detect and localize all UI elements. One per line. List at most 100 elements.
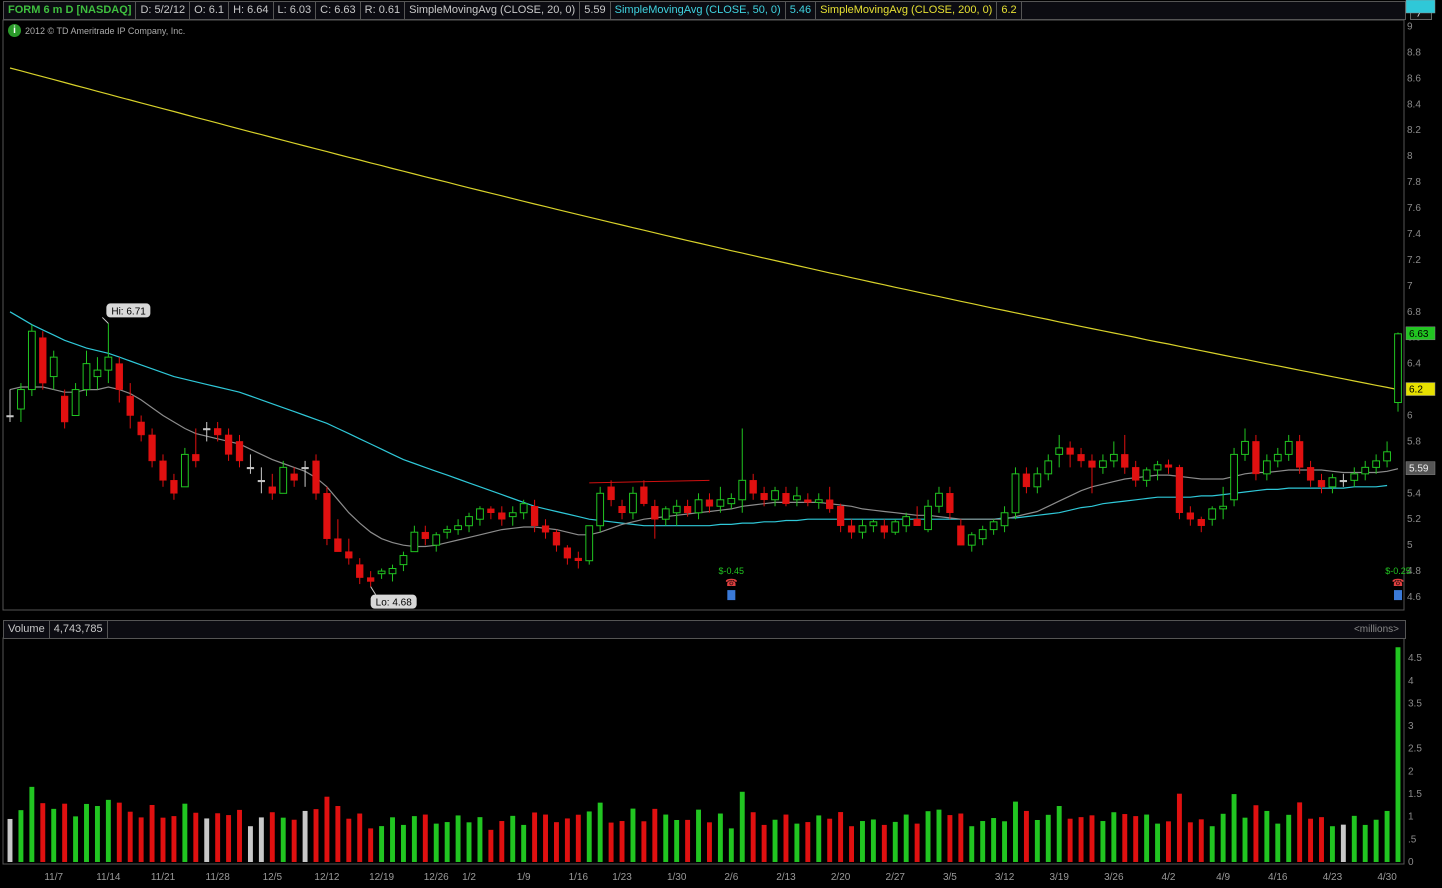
volume-bar [215,813,221,862]
candle-body [716,499,725,507]
candle-body [1066,447,1074,455]
volume-bar [433,823,439,862]
candle-body [563,547,572,559]
candle-body [519,503,528,514]
candle-body [967,534,976,546]
annotations: Hi: 6.71 Lo: 4.68 $-0.45 ☎ $-0.25 ☎ 6.63 6.2 5.5… [102,0,1436,609]
chart-style-button[interactable]: ╱ [1410,1,1432,20]
candle-body [246,467,255,470]
date-tick-label: 11/28 [206,872,231,883]
candle-body [1230,453,1238,501]
candle-body [1295,441,1304,468]
candle-body [1328,477,1337,488]
candle-body [1099,460,1107,468]
volume-bar [160,817,166,862]
candle-body [1109,453,1118,462]
volume-bar [269,812,275,862]
volume-value: 4,743,785 [50,621,108,638]
volume-bar [324,796,330,862]
volume-bar [1111,812,1117,862]
volume-bar [1023,810,1029,862]
candle-body [1175,467,1184,513]
volume-label[interactable]: Volume [4,621,50,638]
volume-bar [1286,814,1292,862]
volume-bar [925,811,931,862]
candle-body [432,534,441,546]
price-tick-label: 6.2 [1407,385,1421,396]
sma20-tag: 5.59 [1409,464,1429,475]
candle-body [814,499,823,503]
info-icon[interactable]: i [8,24,21,37]
price-tick-label: 9 [1407,21,1413,32]
candle-body [946,493,954,513]
volume-bar [280,817,286,862]
volume-tick-label: 2.5 [1408,744,1422,755]
candle-body [1077,454,1085,462]
symbol-label[interactable]: FORM 6 m D [NASDAQ] [4,2,137,19]
candle-body [530,506,539,526]
candle-body [39,337,47,384]
volume-bar [870,819,876,862]
price-tick-label: 8.4 [1407,99,1421,110]
volume-bar [258,817,264,862]
candle-body [585,525,594,562]
volume-bar [7,818,13,862]
volume-bar [1067,818,1073,862]
volume-bar [291,819,297,862]
date-tick-label: 4/23 [1323,872,1343,883]
date-tick-label: 3/19 [1049,872,1069,883]
candle-body [476,508,484,520]
candle-body [826,499,834,510]
sma50-study-label[interactable]: SimpleMovingAvg (CLOSE, 50, 0) [611,2,786,19]
candle-body [607,486,615,501]
sma20-study-label[interactable]: SimpleMovingAvg (CLOSE, 20, 0) [405,2,581,19]
candle-body [1284,440,1293,455]
candle-body [847,525,856,533]
volume-bar [94,806,100,862]
volume-bar [816,815,822,862]
date-tick-label: 2/6 [724,872,738,883]
date-tick-label: 2/13 [776,872,796,883]
date-tick-label: 12/26 [424,872,449,883]
candle-body [1088,460,1096,468]
price-tick-label: 5.6 [1407,462,1421,473]
volume-bar [455,815,461,862]
candle-body [203,428,211,431]
price-pane-border [2,19,1405,611]
earnings-label: $-0.25 [1385,566,1411,576]
lo-callout-box [370,594,417,609]
candle-body [323,493,331,539]
candle-body [356,564,364,578]
volume-bar [652,808,658,862]
price-volume-chart: 4.6 4.8 5 5.2 5.4 5.6 5.8 6 6.2 6.4 6.6 6.8 7 7.2 7.4 7… [2,0,1436,883]
volume-bar [936,809,942,862]
candle-body [93,369,102,378]
sma200-study-label[interactable]: SimpleMovingAvg (CLOSE, 200, 0) [816,2,998,19]
date-axis: 11/7 11/14 11/21 11/28 12/5 12/12 12/19 12/26 1/… [44,872,1397,883]
volume-bar [772,819,778,862]
hi-callout-label: Hi: 6.71 [111,306,146,317]
volume-bar [204,818,210,862]
candle-body [640,486,648,504]
candle-body [1241,440,1249,455]
date-tick-label: 4/16 [1268,872,1288,883]
volume-bar [608,822,614,862]
volume-bar [663,814,669,862]
candle-body [1273,453,1282,462]
volume-bar [400,824,406,862]
candle-body [902,516,911,527]
date-tick-label: 3/26 [1104,872,1124,883]
volume-bar [1220,813,1226,862]
price-tick-label: 7.8 [1407,177,1421,188]
candle-body [367,577,375,582]
volume-bar [1176,793,1182,862]
volume-bar [958,813,964,862]
volume-bar [707,822,712,862]
date-readout: D: 5/2/12 [136,2,191,19]
candle-body [443,529,452,533]
price-tick-label: 4.8 [1407,566,1421,577]
volume-bar [521,824,527,862]
candle-body [388,568,397,575]
volume-bar [860,821,865,862]
calendar-icon [727,590,736,601]
